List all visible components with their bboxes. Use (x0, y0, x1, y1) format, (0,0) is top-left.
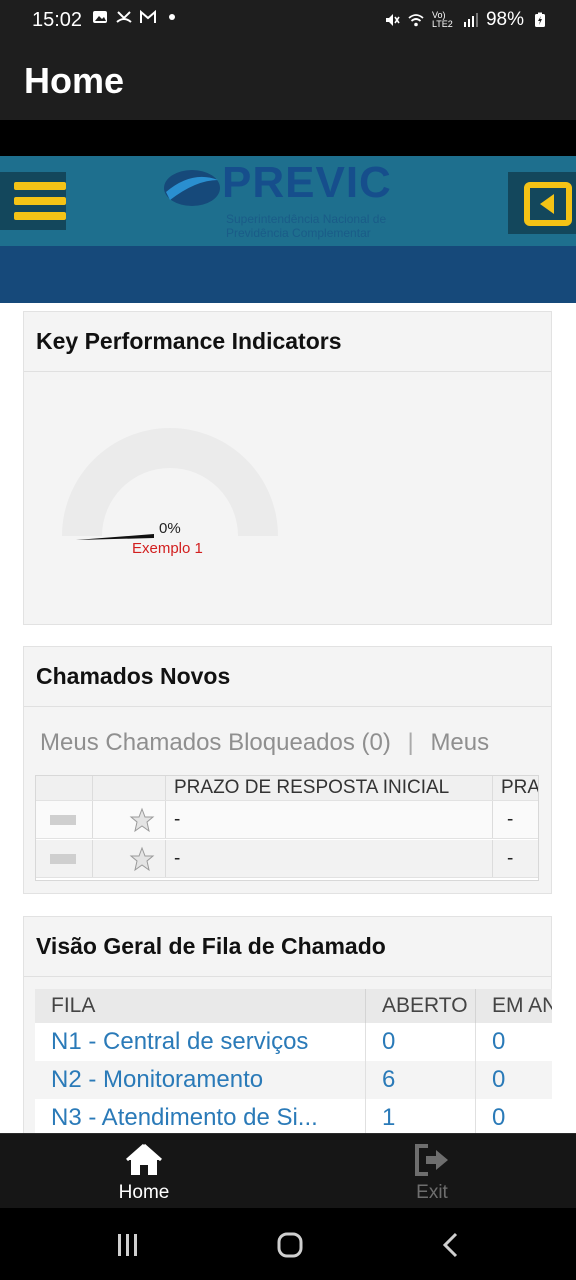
missed-call-icon (116, 11, 132, 23)
header-prazo[interactable]: PRAZO DE RESPOSTA INICIAL (166, 776, 493, 800)
status-right: Vo) LTE2 98% (384, 9, 548, 31)
gauge-value: 0% (159, 520, 181, 537)
em-count-link[interactable]: 0 (476, 1099, 552, 1137)
status-bar: 15:02 Vo) LTE2 98% (0, 0, 576, 40)
exit-icon (415, 1144, 448, 1176)
fila-table: FILA ABERTO EM AN N1 - Central de serviç… (35, 989, 552, 1149)
row-indicator (36, 840, 93, 877)
em-count-link[interactable]: 0 (476, 1061, 552, 1099)
gmail-icon (140, 9, 156, 23)
page-title: Home (24, 60, 125, 101)
kpi-title: Key Performance Indicators (24, 312, 551, 372)
hamburger-icon (14, 182, 66, 190)
aberto-count-link[interactable]: 0 (366, 1023, 476, 1061)
back-button[interactable] (508, 172, 576, 234)
nav-home[interactable]: Home (74, 1142, 214, 1204)
wifi-icon (408, 14, 424, 27)
chamados-novos-title: Chamados Novos (24, 647, 551, 707)
notification-icons (92, 9, 180, 25)
row-indicator (36, 801, 93, 838)
back-nav-icon[interactable] (432, 1230, 472, 1260)
network-label: Vo) LTE2 (431, 10, 453, 29)
star-icon (129, 807, 155, 832)
logo-subtitle-1: Superintendência Nacional de (226, 212, 387, 226)
aberto-count-link[interactable]: 1 (366, 1099, 476, 1137)
image-icon (93, 11, 107, 23)
table-row: N2 - Monitoramento 6 0 (35, 1061, 552, 1099)
brand-subheader (0, 246, 576, 303)
dot-icon (169, 14, 175, 20)
header-aberto[interactable]: ABERTO (366, 989, 476, 1023)
header-spacer (0, 120, 576, 156)
logo-subtitle-2: Previdência Complementar (226, 226, 371, 240)
mute-icon (385, 14, 400, 26)
table-header: FILA ABERTO EM AN (35, 989, 552, 1023)
chamados-novos-panel: Chamados Novos Meus Chamados Bloqueados … (23, 646, 552, 894)
row-next: - (507, 808, 514, 830)
tab-separator: | (407, 729, 414, 756)
star-icon (129, 846, 155, 871)
kpi-panel: Key Performance Indicators 0% Exemplo 1 (23, 311, 552, 625)
signal-icon (463, 13, 478, 27)
dashboard-content[interactable]: Key Performance Indicators 0% Exemplo 1 … (0, 303, 576, 1146)
tab-meus-next[interactable]: Meus (430, 729, 489, 756)
app-bar: Home (0, 40, 576, 120)
fila-name-link[interactable]: N3 - Atendimento de Si... (35, 1099, 366, 1137)
home-button-icon[interactable] (270, 1230, 310, 1260)
fila-title: Visão Geral de Fila de Chamado (24, 917, 551, 977)
filter-tabs: Meus Chamados Bloqueados (0) | Meus (40, 729, 489, 757)
battery-charging-icon (535, 12, 545, 27)
table-row[interactable]: - - (36, 840, 538, 878)
tab-meus-bloqueados[interactable]: Meus Chamados Bloqueados (0) (40, 729, 391, 756)
header-cell-empty (36, 776, 93, 800)
row-prazo: - (166, 801, 493, 838)
system-navigation-bar (0, 1208, 576, 1280)
home-icon (126, 1143, 162, 1175)
table-row[interactable]: - - (36, 801, 538, 839)
nav-home-label: Home (118, 1182, 170, 1203)
nav-exit-label: Exit (416, 1182, 448, 1203)
hamburger-icon (14, 212, 66, 220)
fila-name-link[interactable]: N1 - Central de serviços (35, 1023, 366, 1061)
row-star[interactable] (93, 801, 166, 838)
em-count-link[interactable]: 0 (476, 1023, 552, 1061)
row-star[interactable] (93, 840, 166, 877)
back-arrow-icon (524, 182, 572, 226)
previc-logo-mark (164, 170, 220, 206)
table-row: N1 - Central de serviços 0 0 (35, 1023, 552, 1061)
chamados-table: PRAZO DE RESPOSTA INICIAL PRA - - - - (35, 775, 539, 881)
fila-name-link[interactable]: N2 - Monitoramento (35, 1061, 366, 1099)
row-next: - (507, 847, 514, 869)
header-next[interactable]: PRA (493, 776, 538, 800)
battery-percent: 98% (485, 9, 524, 30)
header-cell-empty (93, 776, 166, 800)
logo-word: PREVIC (222, 158, 392, 207)
table-row: N3 - Atendimento de Si... 1 0 (35, 1099, 552, 1137)
menu-button[interactable] (0, 172, 66, 230)
fila-overview-panel: Visão Geral de Fila de Chamado FILA ABER… (23, 916, 552, 1146)
row-prazo: - (166, 840, 493, 877)
aberto-count-link[interactable]: 6 (366, 1061, 476, 1099)
previc-logo: PREVIC Superintendência Nacional de Prev… (162, 158, 422, 240)
recent-apps-icon[interactable] (108, 1230, 148, 1260)
header-fila[interactable]: FILA (35, 989, 366, 1023)
header-em-an[interactable]: EM AN (476, 989, 552, 1023)
brand-header: PREVIC Superintendência Nacional de Prev… (0, 156, 576, 246)
table-header: PRAZO DE RESPOSTA INICIAL PRA (36, 776, 538, 801)
hamburger-icon (14, 197, 66, 205)
nav-exit[interactable]: Exit (362, 1142, 502, 1204)
bottom-navigation: Home Exit (0, 1133, 576, 1208)
gauge-name[interactable]: Exemplo 1 (132, 540, 203, 557)
status-time: 15:02 (32, 9, 83, 31)
app-root: 15:02 Vo) LTE2 98% Home PREVIC Superinte… (0, 0, 576, 1280)
